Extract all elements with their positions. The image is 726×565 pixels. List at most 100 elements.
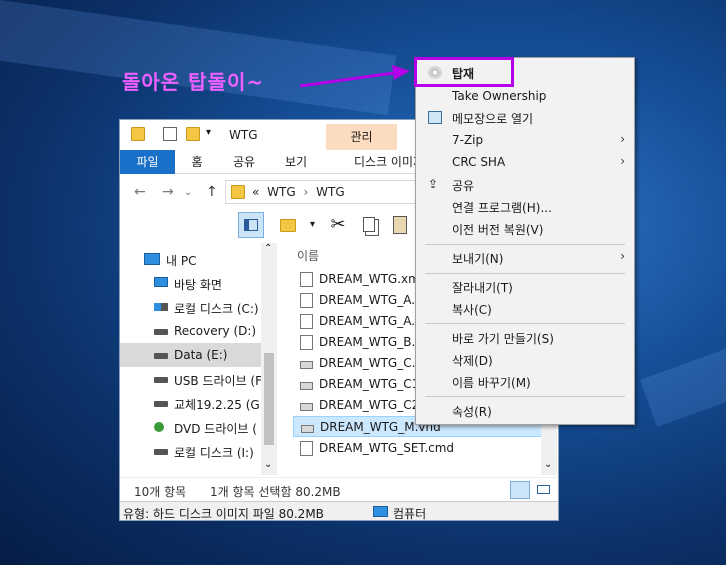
location-info: 컴퓨터 [393,507,427,521]
drive-icon [154,401,168,407]
menu-item-cut[interactable]: 잘라내기(T) [417,276,634,297]
thumbnail-icon [537,485,550,494]
wallpaper-beam [640,338,726,427]
menu-separator [425,396,625,397]
nav-label: DVD 드라이브 ( [174,422,257,436]
desktop-icon [154,277,168,287]
folder-icon [231,185,245,199]
large-icons-view-button[interactable] [534,481,554,499]
xml-file-icon [300,314,313,329]
tab-file[interactable]: 파일 [120,150,175,174]
nav-item-drive-f[interactable]: USB 드라이브 (F [120,367,276,391]
menu-item-take-ownership[interactable]: Take Ownership [417,86,634,107]
drive-icon [154,329,168,335]
breadcrumb-overflow[interactable]: « [252,185,259,199]
highlight-box [414,57,514,87]
share-icon: ⇪ [428,177,439,191]
menu-item-7zip[interactable]: 7-Zip › [417,130,634,151]
menu-label: CRC SHA [452,155,506,169]
menu-label: 7-Zip [452,133,484,147]
forward-icon[interactable]: → [162,184,174,200]
menu-separator [425,273,625,274]
breadcrumb-item[interactable]: WTG [316,185,345,199]
menu-item-copy[interactable]: 복사(C) [417,298,634,319]
menu-item-share[interactable]: ⇪ 공유 [417,174,634,195]
menu-label: 메모장으로 열기 [452,112,534,126]
new-folder-icon[interactable] [186,127,200,141]
menu-label: Take Ownership [452,89,547,103]
chevron-down-icon[interactable]: ▾ [206,127,211,138]
menu-item-open-with[interactable]: 연결 프로그램(H)... [417,196,634,217]
nav-item-dvd[interactable]: DVD 드라이브 ( [120,415,276,439]
scrollbar-thumb[interactable] [264,353,274,445]
properties-icon[interactable] [163,127,177,141]
vhd-file-icon [300,382,313,390]
tab-manage[interactable]: 관리 [326,124,397,151]
nav-item-drive-e[interactable]: Data (E:) [120,343,276,367]
breadcrumb-item[interactable]: WTG [267,185,296,199]
menu-item-restore-versions[interactable]: 이전 버전 복원(V) [417,218,634,239]
new-folder-button[interactable] [276,212,302,238]
layout-icon [244,219,258,231]
folder-icon [280,219,296,232]
nav-label: 교체19.2.25 (G:) [174,398,269,412]
usb-drive-icon [154,377,168,383]
status-bar: 10개 항목 1개 항목 선택함 80.2MB [120,477,558,501]
scroll-down-icon[interactable]: ⌄ [264,459,272,470]
column-header-name[interactable]: 이름 [297,247,319,264]
chevron-down-icon[interactable]: ▾ [310,219,315,230]
computer-icon [144,253,160,265]
scroll-down-icon[interactable]: ⌄ [544,459,552,470]
menu-separator [425,323,625,324]
nav-scrollbar[interactable]: ⌃ ⌄ [261,243,277,475]
arrow-head [392,65,410,80]
menu-item-open-notepad[interactable]: 메모장으로 열기 [417,107,634,128]
menu-separator [425,244,625,245]
menu-item-properties[interactable]: 속성(R) [417,400,634,421]
navigation-pane-button[interactable] [238,212,264,238]
up-icon[interactable]: ↑ [206,184,218,200]
copy-icon [363,217,375,232]
details-view-button[interactable] [510,481,530,499]
chevron-right-icon: › [620,249,625,263]
menu-item-rename[interactable]: 이름 바꾸기(M) [417,371,634,392]
nav-item-drive-g[interactable]: 교체19.2.25 (G:) [120,391,276,415]
menu-item-delete[interactable]: 삭제(D) [417,349,634,370]
dvd-drive-icon [154,422,164,432]
menu-item-crc-sha[interactable]: CRC SHA › [417,152,634,173]
chevron-right-icon: › [620,132,625,146]
nav-item-drive-d[interactable]: Recovery (D:) [120,319,276,343]
folder-icon [131,127,145,141]
nav-label: Data (E:) [174,348,228,362]
tab-view[interactable]: 보기 [276,150,316,174]
computer-icon [373,506,388,517]
cut-button[interactable]: ✂ [325,212,351,238]
recent-dropdown-icon[interactable]: ⌄ [184,187,192,198]
nav-item-drive-i[interactable]: 로컬 디스크 (I:) [120,439,276,463]
copy-button[interactable] [357,212,383,238]
file-name: DREAM_WTG_C2.v [319,398,431,412]
paste-button[interactable] [388,212,414,238]
scroll-up-icon[interactable]: ⌃ [264,243,272,254]
menu-label: 보내기(N) [452,252,504,266]
item-count: 10개 항목 [134,485,187,499]
breadcrumb-separator: › [303,185,309,199]
window-title: WTG [229,128,258,142]
nav-item-drive-c[interactable]: 로컬 디스크 (C:) [120,295,276,319]
menu-item-send-to[interactable]: 보내기(N) › [417,247,634,268]
file-row[interactable]: DREAM_WTG_SET.cmd [293,438,543,459]
menu-item-create-shortcut[interactable]: 바로 가기 만들기(S) [417,327,634,348]
tab-home[interactable]: 홈 [180,150,214,174]
details-bar: 유형: 하드 디스크 이미지 파일 80.2MB 컴퓨터 [120,501,558,521]
nav-item-desktop[interactable]: 바탕 화면 [120,271,276,295]
xml-file-icon [300,272,313,287]
vhd-file-icon [301,425,314,433]
nav-item-this-pc[interactable]: 내 PC [120,247,276,271]
back-icon[interactable]: ← [134,184,146,200]
tab-share[interactable]: 공유 [224,150,264,174]
drive-icon [154,449,168,455]
menu-label: 복사(C) [452,303,492,317]
cmd-file-icon [300,335,313,350]
wallpaper-beam [0,0,397,116]
vhd-file-icon [300,361,313,369]
